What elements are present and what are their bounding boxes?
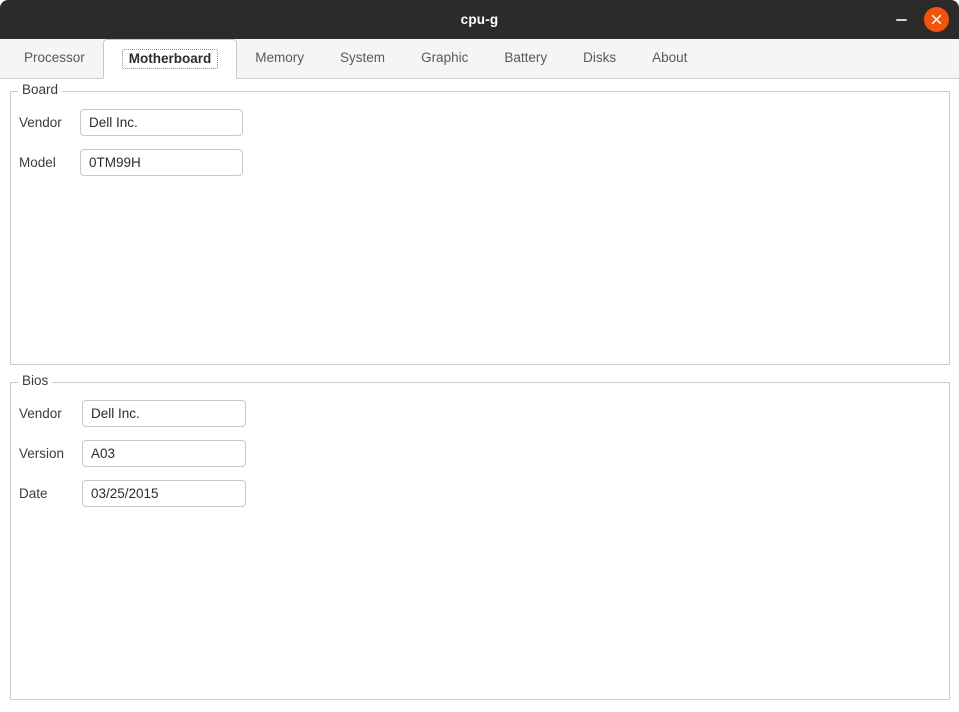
close-icon	[931, 14, 942, 25]
tab-processor[interactable]: Processor	[6, 39, 103, 78]
motherboard-page: Board Vendor Model Bios Vendor	[0, 79, 959, 711]
tab-motherboard-label: Motherboard	[121, 48, 219, 70]
tab-processor-label: Processor	[24, 50, 85, 66]
tab-disks-label: Disks	[583, 50, 617, 66]
bios-version-input[interactable]	[82, 440, 246, 467]
cpu-g-window: cpu-g Processor Motherboard Memory Syste…	[0, 0, 959, 712]
tab-memory-label: Memory	[255, 50, 305, 66]
tab-system-label: System	[340, 50, 386, 66]
bios-version-label: Version	[19, 445, 65, 461]
bios-vendor-row: Vendor	[19, 400, 246, 427]
minimize-icon	[895, 18, 907, 21]
tab-about-label: About	[652, 50, 688, 66]
board-group: Board Vendor Model	[10, 83, 950, 365]
tab-graphic[interactable]: Graphic	[403, 39, 486, 78]
notebook: Processor Motherboard Memory System Grap…	[0, 39, 959, 712]
board-model-input[interactable]	[80, 149, 243, 176]
tab-bar: Processor Motherboard Memory System Grap…	[0, 39, 959, 79]
tab-system[interactable]: System	[322, 39, 403, 78]
close-button[interactable]	[924, 7, 949, 32]
bios-vendor-input[interactable]	[82, 400, 246, 427]
window-controls	[888, 0, 949, 39]
bios-date-input[interactable]	[82, 480, 246, 507]
tab-graphic-label: Graphic	[421, 50, 469, 66]
window-title: cpu-g	[460, 11, 499, 27]
bios-version-row: Version	[19, 440, 246, 467]
bios-vendor-label: Vendor	[19, 405, 62, 421]
tab-battery[interactable]: Battery	[486, 39, 565, 78]
bios-group-title: Bios	[18, 374, 53, 388]
bios-group: Bios Vendor Version Date	[10, 374, 950, 700]
bios-date-row: Date	[19, 480, 246, 507]
board-vendor-row: Vendor	[19, 109, 243, 136]
board-model-label: Model	[19, 154, 56, 170]
titlebar: cpu-g	[0, 0, 959, 39]
tab-about[interactable]: About	[634, 39, 705, 78]
minimize-button[interactable]	[888, 7, 914, 33]
board-vendor-label: Vendor	[19, 114, 62, 130]
tab-battery-label: Battery	[504, 50, 548, 66]
tab-memory[interactable]: Memory	[237, 39, 322, 78]
board-group-title: Board	[18, 83, 63, 97]
board-vendor-input[interactable]	[80, 109, 243, 136]
bios-date-label: Date	[19, 485, 48, 501]
tab-disks[interactable]: Disks	[565, 39, 634, 78]
board-model-row: Model	[19, 149, 243, 176]
tab-motherboard[interactable]: Motherboard	[102, 39, 238, 79]
